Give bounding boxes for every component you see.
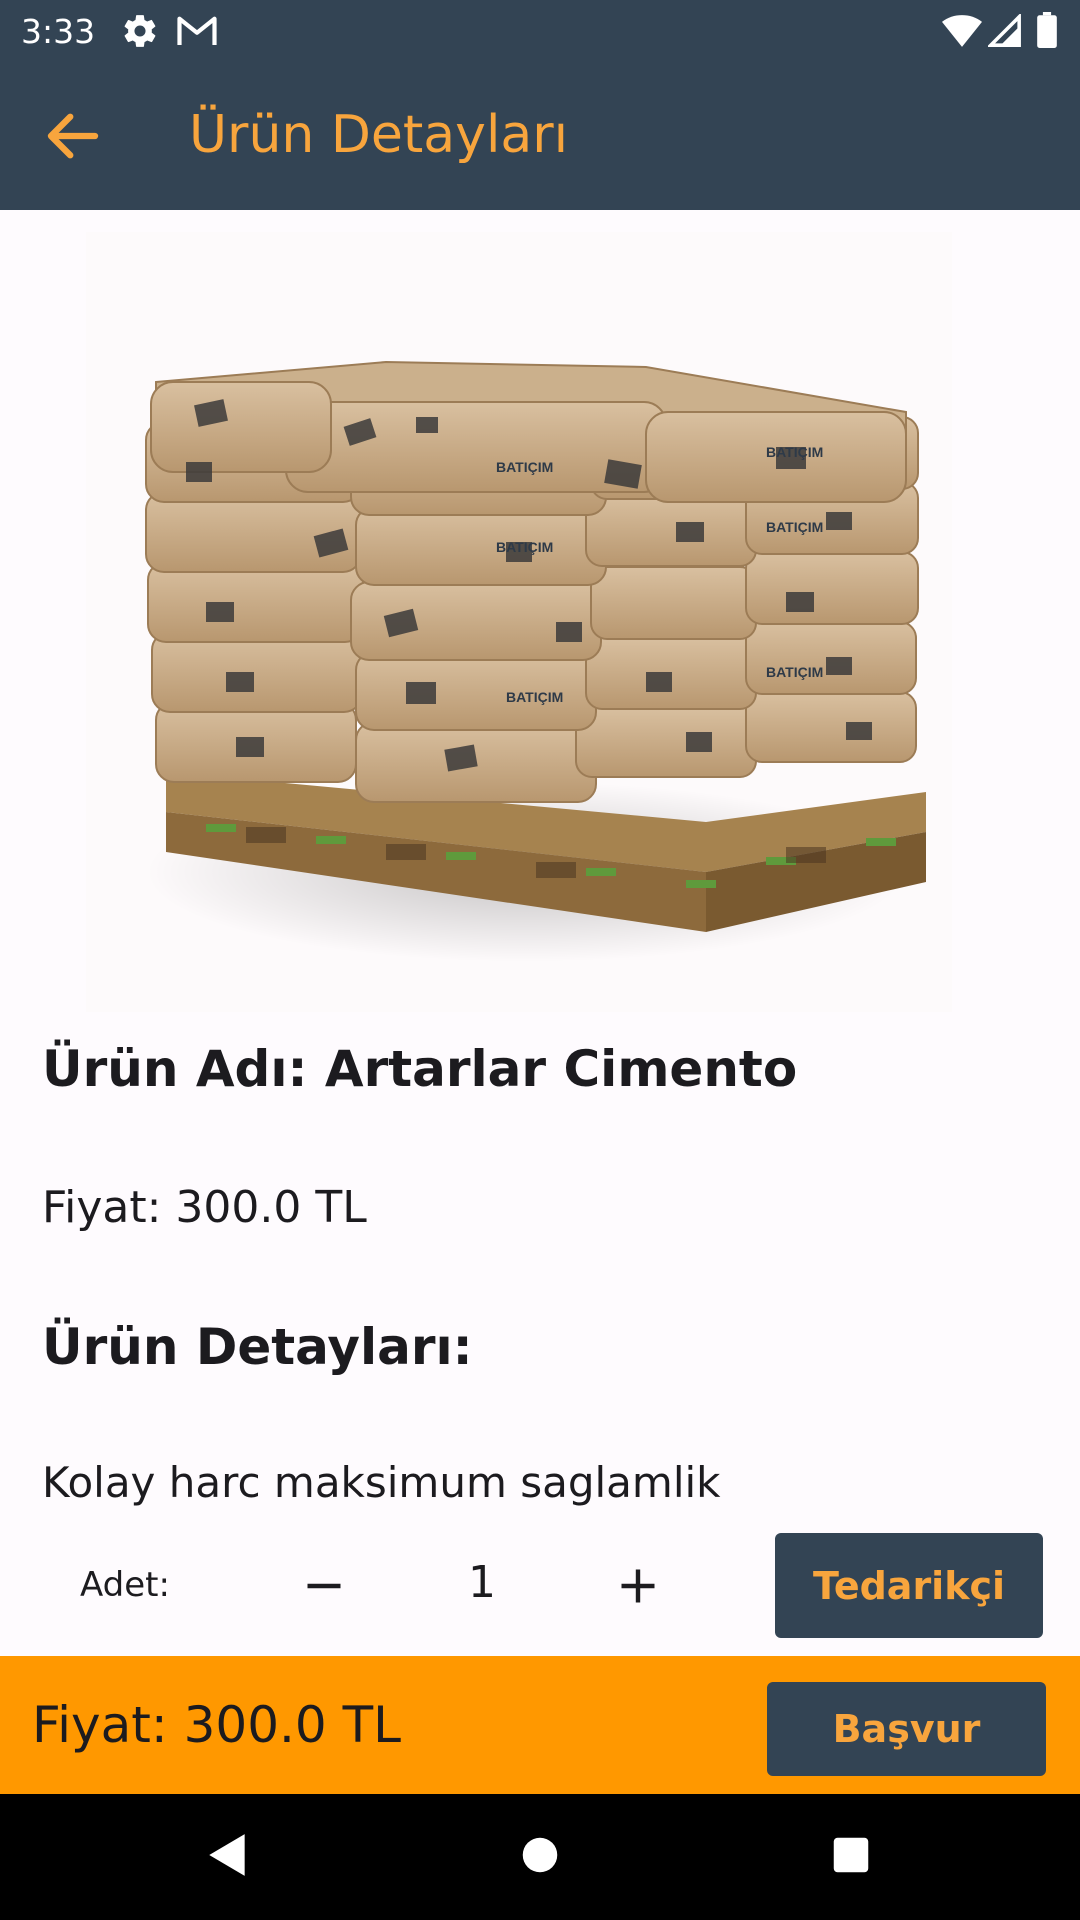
status-bar: 3:33 (0, 0, 1080, 63)
quantity-decrease-button[interactable] (284, 1555, 364, 1621)
navigation-bar (0, 1794, 1080, 1920)
bag-brand-label: BATIÇIM (496, 539, 553, 555)
settings-icon (121, 12, 159, 54)
nav-home-icon[interactable] (517, 1830, 563, 1884)
bag-brand-label: BATIÇIM (766, 444, 823, 460)
plus-icon (616, 1564, 660, 1612)
product-price: Fiyat: 300.0 TL (42, 1182, 367, 1233)
gmail-icon (176, 12, 218, 54)
details-heading: Ürün Detayları: (42, 1318, 473, 1376)
back-button[interactable] (40, 103, 106, 169)
bag-brand-label: BATIÇIM (766, 519, 823, 535)
quantity-increase-button[interactable] (598, 1555, 678, 1621)
arrow-back-icon (40, 113, 106, 173)
nav-back-icon[interactable] (203, 1830, 253, 1884)
product-image: BATIÇIM BATIÇIM BATIÇIM BATIÇIM BATIÇIM … (86, 232, 952, 1012)
bag-brand-label: BATIÇIM (496, 459, 553, 475)
quantity-value: 1 (468, 1557, 496, 1608)
bottom-price: Fiyat: 300.0 TL (32, 1696, 402, 1754)
wifi-icon (942, 14, 982, 52)
battery-icon (1036, 12, 1058, 52)
minus-icon (302, 1564, 346, 1612)
quantity-label: Adet: (80, 1565, 170, 1605)
product-name: Ürün Adı: Artarlar Cimento (42, 1040, 798, 1098)
status-time: 3:33 (21, 12, 96, 51)
bag-brand-label: BATIÇIM (766, 664, 823, 680)
signal-icon (986, 12, 1022, 52)
bag-brand-label: BATIÇIM (506, 689, 563, 705)
details-text: Kolay harc maksimum saglamlik (42, 1458, 721, 1507)
supplier-button[interactable]: Tedarikçi (775, 1533, 1043, 1638)
page-title: Ürün Detayları (189, 105, 569, 165)
app-bar: Ürün Detayları (0, 63, 1080, 210)
apply-button[interactable]: Başvur (767, 1682, 1046, 1776)
nav-recents-icon[interactable] (828, 1830, 874, 1884)
bottom-bar: Fiyat: 300.0 TL Başvur (0, 1656, 1080, 1794)
